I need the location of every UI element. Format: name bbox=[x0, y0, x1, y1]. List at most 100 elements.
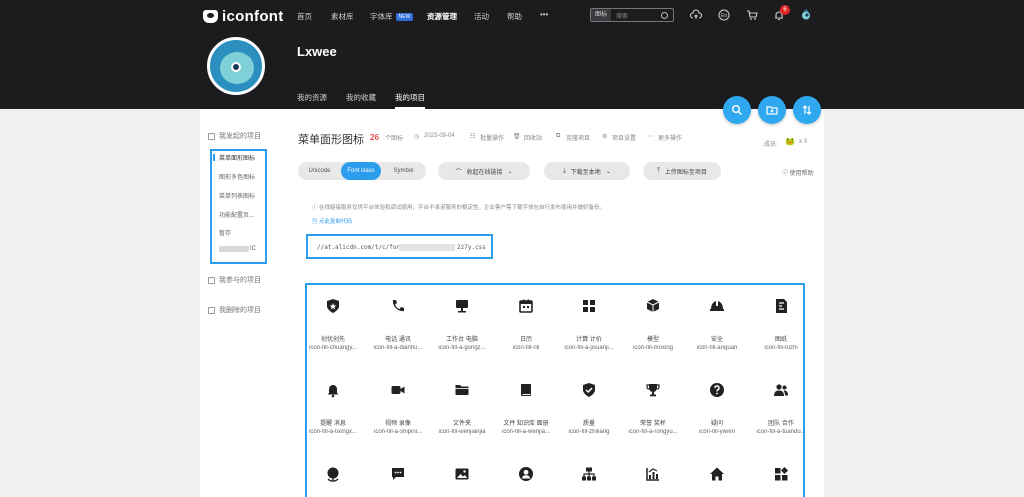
nav-more[interactable]: ••• bbox=[540, 10, 548, 19]
language-en-icon[interactable]: En bbox=[718, 9, 730, 21]
notice-text: 在线链接服务仅供平台体验和调试使用，平台不承诺服务的稳定性，企业客户需下载字体包… bbox=[319, 205, 606, 211]
icon-class-label: icon-fill-a-tuandu... bbox=[756, 429, 806, 435]
icon-card[interactable]: 提醒 消息 icon-fill-a-tixingx... bbox=[301, 382, 365, 435]
icon-card[interactable]: 视频 录像 icon-fill-a-shipinl... bbox=[366, 382, 430, 435]
members-label: 成员: bbox=[764, 142, 778, 148]
nav-fonts[interactable]: 字体库 NEW bbox=[370, 11, 414, 22]
trash-folder-icon bbox=[208, 306, 215, 314]
icon-card[interactable] bbox=[557, 466, 621, 482]
download-local-button[interactable]: ⤓ 下载至本地 ⌄ bbox=[544, 162, 630, 180]
shield-star-icon bbox=[301, 298, 365, 314]
project-item-1[interactable]: 菜单面形图标 bbox=[212, 153, 255, 162]
member-avatar-icon[interactable]: 🐸 bbox=[785, 137, 795, 146]
tab-symbol[interactable]: Symbol bbox=[381, 162, 426, 180]
nav-resource-manage[interactable]: 资源管理 bbox=[427, 11, 457, 22]
helmet-safety-icon bbox=[685, 298, 749, 314]
copy-code-link[interactable]: ▤ 点此复制代码 bbox=[312, 217, 352, 225]
model-cube-icon bbox=[621, 298, 685, 314]
tab-my-projects[interactable]: 我的项目 bbox=[395, 92, 425, 109]
logo-icon bbox=[203, 10, 218, 23]
icon-card[interactable] bbox=[301, 466, 365, 482]
upload-label: 上传图标至项目 bbox=[664, 169, 707, 176]
help-label: 使用帮助 bbox=[789, 171, 814, 177]
project-item-2[interactable]: 图形多色图标 bbox=[219, 172, 255, 181]
search-icon[interactable] bbox=[661, 11, 668, 19]
sidebar-deleted-projects[interactable]: 我删除的项目 bbox=[208, 305, 261, 315]
icon-card[interactable] bbox=[366, 466, 430, 482]
batch-action[interactable]: 批量操作 bbox=[480, 133, 504, 142]
icon-card[interactable]: 图纸 icon-fill-tuzhi bbox=[749, 298, 813, 351]
cart-icon[interactable] bbox=[746, 9, 758, 21]
question-circle-icon bbox=[685, 382, 749, 398]
search-type-select[interactable]: 图标 bbox=[591, 9, 612, 21]
user-circle-icon bbox=[494, 466, 558, 482]
tab-my-resources[interactable]: 我的资源 bbox=[297, 92, 327, 103]
project-settings-action[interactable]: 项目设置 bbox=[612, 133, 636, 142]
sort-fab-button[interactable] bbox=[793, 96, 821, 124]
upload-icon: ⤒ bbox=[657, 167, 660, 174]
icon-card[interactable] bbox=[430, 466, 494, 482]
joined-folder-icon bbox=[208, 276, 215, 284]
iconfont-logo[interactable]: iconfont bbox=[203, 8, 284, 25]
sidebar-joined-projects[interactable]: 我参与的项目 bbox=[208, 275, 261, 285]
online-link-notice: ⓘ 在线链接服务仅供平台体验和调试使用，平台不承诺服务的稳定性，企业客户需下载字… bbox=[312, 203, 605, 211]
phone-icon bbox=[366, 298, 430, 314]
tab-my-favorites[interactable]: 我的收藏 bbox=[346, 92, 376, 103]
icon-card[interactable]: 疑问 icon-fill-yiwen bbox=[685, 382, 749, 435]
css-link-end[interactable]: 2z7y.css bbox=[457, 244, 486, 251]
icon-card[interactable]: 安全 icon-fill-anquan bbox=[685, 298, 749, 351]
download-chevron-icon: ⌄ bbox=[605, 168, 611, 175]
usage-help-link[interactable]: ⓘ 使用帮助 bbox=[782, 168, 814, 177]
redacted-project-name[interactable] bbox=[219, 246, 249, 252]
collapse-online-link-button[interactable]: ⌒ 收起在线链接 ⌄ bbox=[438, 162, 530, 180]
sidebar-deleted-label: 我删除的项目 bbox=[219, 307, 261, 314]
icon-card[interactable] bbox=[494, 466, 558, 482]
project-item-5[interactable]: 暂存 bbox=[219, 228, 231, 237]
upload-to-project-button[interactable]: ⤒ 上传图标至项目 bbox=[643, 162, 721, 180]
project-item-3[interactable]: 菜单列表图标 bbox=[219, 191, 255, 200]
nav-materials[interactable]: 素材库 bbox=[331, 11, 354, 22]
icon-card[interactable]: 日历 icon-fill-rili bbox=[494, 298, 558, 351]
icon-card[interactable]: 计算 计价 icon-fill-a-jisuanji... bbox=[557, 298, 621, 351]
icon-card[interactable]: 电话 通讯 icon-fill-a-dianhu... bbox=[366, 298, 430, 351]
sidebar-started-label: 我发起的项目 bbox=[219, 133, 261, 140]
icon-card[interactable]: 模型 icon-fill-moxing bbox=[621, 298, 685, 351]
icon-card[interactable]: 文件夹 icon-fill-wenjianjia bbox=[430, 382, 494, 435]
icon-card[interactable]: 质量 icon-fill-zhiliang bbox=[557, 382, 621, 435]
icon-card[interactable] bbox=[621, 466, 685, 482]
user-avatar-small[interactable] bbox=[800, 9, 812, 21]
recycle-bin-action[interactable]: 回收站 bbox=[524, 133, 542, 142]
members-count[interactable]: x 3 bbox=[799, 139, 807, 145]
search-input[interactable]: 搜索 bbox=[616, 11, 661, 20]
icon-class-label: icon-fill-a-shipinl... bbox=[373, 429, 422, 435]
clone-project-action[interactable]: 克隆项目 bbox=[566, 133, 590, 142]
project-item-6-suffix: IC bbox=[250, 246, 256, 252]
css-link-start[interactable]: //at.alicdn.com/t/c/fon bbox=[317, 244, 400, 251]
nav-help[interactable]: 帮助 bbox=[507, 11, 522, 22]
icon-class-label: icon-fill-a-jisuanji... bbox=[564, 345, 614, 351]
upload-cloud-icon[interactable] bbox=[689, 9, 703, 21]
tab-unicode[interactable]: Unicode bbox=[298, 162, 341, 180]
tab-font-class[interactable]: Font class bbox=[341, 162, 381, 180]
more-actions[interactable]: 更多操作 bbox=[658, 133, 682, 142]
search-fab-button[interactable] bbox=[723, 96, 751, 124]
icon-card[interactable]: 创优创先 icon-fill-chuangy... bbox=[301, 298, 365, 351]
icon-card[interactable]: 工作台 电脑 icon-fill-a-gongz... bbox=[430, 298, 494, 351]
icon-card[interactable]: 文件 知识库 面册 icon-fill-a-wenjia... bbox=[494, 382, 558, 435]
icon-class-label: icon-fill-moxing bbox=[632, 345, 673, 351]
icon-card[interactable] bbox=[749, 466, 813, 482]
icon-name-label: 文件夹 bbox=[452, 421, 471, 427]
project-title: 菜单面形图标 bbox=[298, 134, 364, 146]
icon-card[interactable]: 荣誉 奖杯 icon-fill-a-rongyu... bbox=[621, 382, 685, 435]
nav-home[interactable]: 首页 bbox=[297, 11, 312, 22]
globe-icon bbox=[301, 466, 365, 482]
icon-card[interactable]: 团队 合作 icon-fill-a-tuandu... bbox=[749, 382, 813, 435]
add-folder-fab-button[interactable] bbox=[758, 96, 786, 124]
project-item-4[interactable]: 功能配置页... bbox=[219, 210, 254, 219]
home-icon bbox=[685, 466, 749, 482]
icon-card[interactable] bbox=[685, 466, 749, 482]
trophy-icon bbox=[621, 382, 685, 398]
nav-activity[interactable]: 活动 bbox=[474, 11, 489, 22]
search-bar[interactable]: 图标 搜索 bbox=[590, 8, 674, 22]
sidebar-started-projects[interactable]: 我发起的项目 bbox=[208, 131, 261, 141]
